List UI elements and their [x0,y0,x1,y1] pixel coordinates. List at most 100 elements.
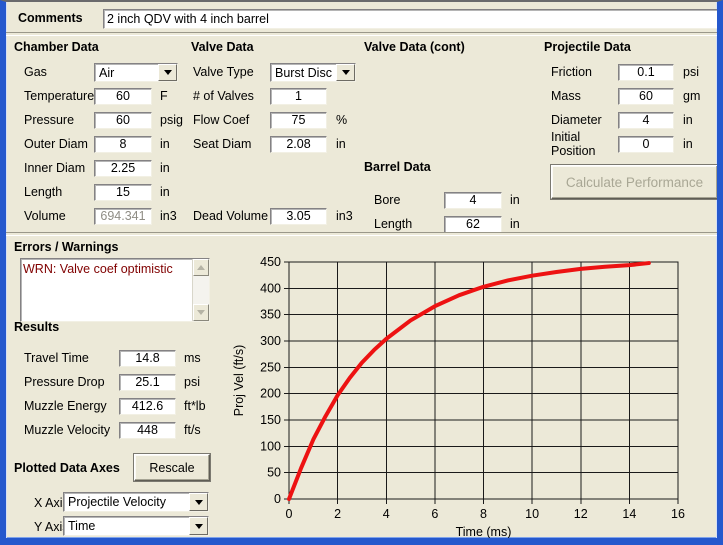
travel-time-input[interactable] [119,350,176,367]
field-row: Inner Diamin [14,156,183,180]
comments-input[interactable] [103,9,721,29]
section-title: Valve Data [191,40,356,56]
rescale-button[interactable]: Rescale [134,454,210,481]
chevron-down-icon[interactable] [158,64,177,81]
field-label: Length [24,185,94,199]
chart-x-axis-title: Time (ms) [456,525,512,539]
unit-label: in [336,137,346,151]
field-label: Pressure Drop [24,375,119,389]
y-tick-label: 400 [260,281,281,295]
section-chamber-data: Chamber Data GasAirTemperatureFPressurep… [14,40,183,228]
field-label: Valve Type [193,65,270,79]
temperature-input[interactable] [94,88,152,105]
scroll-down-icon[interactable] [193,304,209,321]
flow-coef-input[interactable] [270,112,327,129]
pressure-input[interactable] [94,112,152,129]
unit-label: in3 [336,209,353,223]
chevron-down-icon[interactable] [189,493,208,511]
x-tick-label: 8 [480,507,487,521]
field-row: Seat Diam in [191,132,356,156]
y-tick-label: 100 [260,439,281,453]
valve-type-dropdown[interactable]: Burst Disc [270,63,356,82]
diameter-input[interactable] [618,112,674,129]
field-row: Borein [364,188,520,212]
calculate-performance-button[interactable]: Calculate Performance [551,165,718,199]
field-row: Diameterin [544,108,718,132]
y-tick-label: 150 [260,413,281,427]
section-title: Chamber Data [14,40,183,56]
field-row: Temperature F [14,84,183,108]
field-label: Seat Diam [193,137,270,151]
field-label: Dead Volume [193,209,270,223]
mass-input[interactable] [618,88,674,105]
section-valve-data: Valve Data Valve TypeBurst Disc# of Valv… [191,40,356,228]
length-input[interactable] [444,216,502,233]
pressure-drop-input[interactable] [119,374,176,391]
section-valve-data-cont: Valve Data (cont) [364,40,465,56]
y-tick-label: 450 [260,255,281,269]
field-label: Volume [24,209,94,223]
field-label: Temperature [24,89,94,103]
of-valves-input[interactable] [270,88,327,105]
x-tick-label: 16 [671,507,685,521]
initial-position-input[interactable] [618,136,674,153]
y-axis-dropdown[interactable]: Time [63,516,209,536]
y-tick-label: 250 [260,360,281,374]
unit-label: ft/s [184,423,201,437]
volume-input[interactable] [94,208,152,225]
section-results: Travel TimemsPressure DroppsiMuzzle Ener… [14,338,206,442]
field-label: Inner Diam [24,161,94,175]
plotted-data-axes-title: Plotted Data Axes [14,461,120,475]
velocity-time-chart: 0501001502002503003504004500246810121416… [229,240,723,540]
scroll-up-icon[interactable] [193,259,209,276]
field-label: Initial Position [551,130,618,158]
y-tick-label: 200 [260,387,281,401]
bore-input[interactable] [444,192,502,209]
velocity-curve [289,263,649,499]
y-axis-dropdown-value: Time [64,517,189,535]
field-row: Length in [14,180,183,204]
unit-label: F [160,89,168,103]
errors-warnings-title: Errors / Warnings [14,240,118,254]
errors-scrollbar[interactable] [192,259,209,321]
field-row: Muzzle Velocity ft/s [14,418,206,442]
x-tick-label: 12 [574,507,588,521]
friction-input[interactable] [618,64,674,81]
gas-dropdown[interactable]: Air [94,63,178,82]
x-axis-dropdown[interactable]: Projectile Velocity [63,492,209,512]
field-row: Dead Volume in3 [191,204,356,228]
chevron-down-icon[interactable] [189,517,208,535]
field-label: Flow Coef [193,113,270,127]
outer-diam-input[interactable] [94,136,152,153]
length-input[interactable] [94,184,152,201]
field-label: Muzzle Energy [24,399,119,413]
field-row: Frictionpsi [544,60,718,84]
unit-label: in [510,193,520,207]
field-label: Muzzle Velocity [24,423,119,437]
errors-listbox[interactable]: WRN: Valve coef optimistic [20,258,210,322]
field-row: Volumein3 [14,204,183,228]
field-row: Pressure Droppsi [14,370,206,394]
dead-volume-input[interactable] [270,208,327,225]
unit-label: in [160,185,170,199]
chevron-down-icon[interactable] [336,64,355,81]
comments-label: Comments [18,11,83,25]
unit-label: in [683,113,693,127]
x-tick-label: 10 [525,507,539,521]
inner-diam-input[interactable] [94,160,152,177]
field-row: Muzzle Energyft*lb [14,394,206,418]
muzzle-energy-input[interactable] [119,398,176,415]
unit-label: gm [683,89,700,103]
seat-diam-input[interactable] [270,136,327,153]
results-title: Results [14,320,59,334]
field-row: Initial Positionin [544,132,718,156]
error-list-item[interactable]: WRN: Valve coef optimistic [23,262,190,276]
field-label: Friction [551,65,618,79]
y-tick-label: 0 [274,492,281,506]
muzzle-velocity-input[interactable] [119,422,176,439]
field-row: Massgm [544,84,718,108]
x-tick-label: 2 [334,507,341,521]
field-row: Pressurepsig [14,108,183,132]
dropdown-value: Burst Disc [271,64,336,81]
field-row: Valve TypeBurst Disc [191,60,356,84]
